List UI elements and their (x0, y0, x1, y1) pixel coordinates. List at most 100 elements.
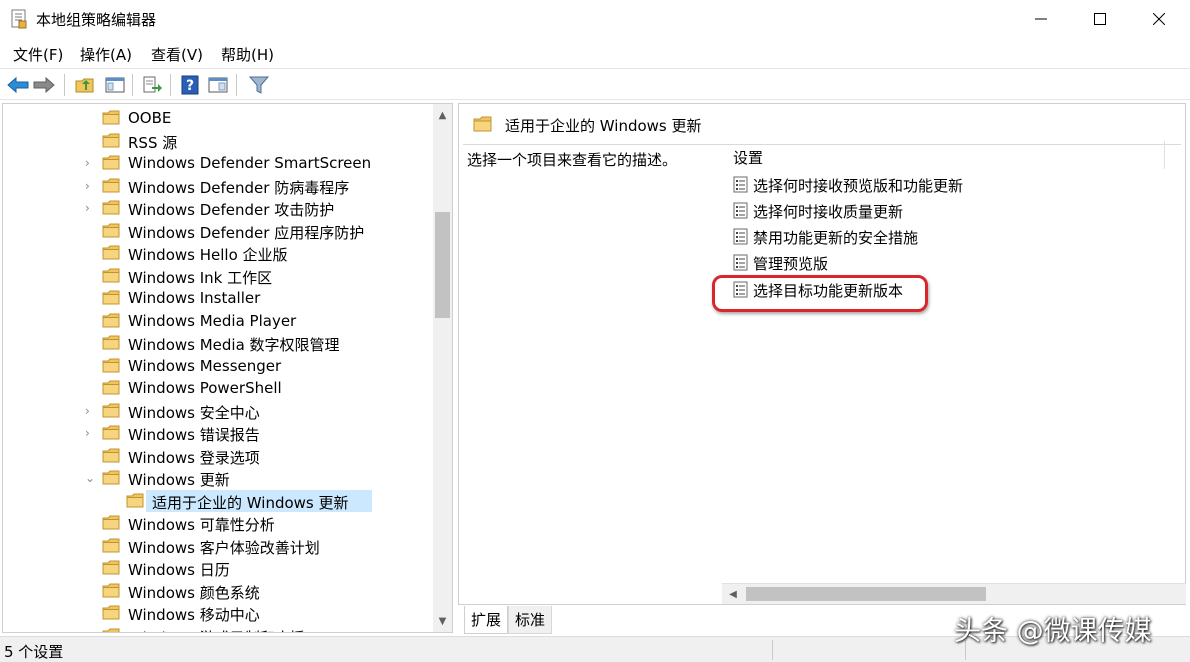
window-title: 本地组策略编辑器 (36, 11, 157, 29)
tree-item[interactable]: Windows 客户体验改善计划 (3, 535, 433, 558)
tree-item[interactable]: Windows 游戏录制和广播 (3, 625, 433, 633)
tab-extended[interactable]: 扩展 (464, 606, 509, 634)
settings-column-header[interactable]: 设置 (733, 147, 763, 168)
policy-editor-app-icon (11, 9, 27, 29)
properties-icon (208, 77, 228, 93)
tree-item[interactable]: 适用于企业的 Windows 更新 (3, 489, 433, 512)
chevron-right-icon[interactable]: › (85, 201, 95, 215)
tab-standard[interactable]: 标准 (508, 606, 553, 634)
tree-item[interactable]: › Windows Defender 攻击防护 (3, 197, 433, 220)
tree-item[interactable]: ⌄ Windows 更新 (3, 467, 433, 490)
scroll-left-icon[interactable]: ◀ (724, 584, 742, 604)
tree-item[interactable]: Windows Ink 工作区 (3, 265, 433, 288)
tree-item[interactable]: Windows Media 数字权限管理 (3, 332, 433, 355)
maximize-icon (1094, 13, 1106, 25)
menu-help[interactable]: 帮助(H) (221, 44, 274, 65)
export-list-icon (143, 76, 162, 93)
menu-action[interactable]: 操作(A) (80, 44, 132, 65)
tree-item[interactable]: Windows Defender 应用程序防护 (3, 220, 433, 243)
tree-pane[interactable]: Windows 游戏录制和广播 Windows 移动中心 Windows 颜色系统 W… (2, 103, 453, 633)
setting-label: 选择何时接收质量更新 (753, 203, 904, 221)
tree-item[interactable]: Windows 日历 (3, 557, 433, 580)
folder-icon (102, 358, 120, 372)
toolbar: ? (0, 68, 1190, 100)
tree-item[interactable]: Windows 可靠性分析 (3, 512, 433, 535)
details-header: 适用于企业的 Windows 更新 (471, 114, 1171, 136)
chevron-right-icon (85, 359, 95, 373)
forward-button[interactable] (32, 73, 56, 97)
folder-icon (102, 133, 120, 147)
tree-item[interactable]: OOBE (3, 107, 433, 130)
chevron-right-icon[interactable]: › (85, 156, 95, 170)
toolbar-separator (132, 74, 133, 96)
setting-item[interactable]: 选择何时接收预览版和功能更新 (733, 173, 1033, 197)
tree-scroll-thumb[interactable] (435, 212, 450, 318)
chevron-right-icon (85, 516, 95, 530)
chevron-right-icon (85, 246, 95, 260)
status-separator (772, 640, 773, 660)
scroll-up-icon[interactable]: ▲ (433, 106, 452, 124)
show-hide-tree-icon (105, 77, 125, 93)
close-button[interactable] (1136, 0, 1182, 38)
tree-item[interactable]: Windows PowerShell (3, 377, 433, 400)
folder-icon (102, 335, 120, 350)
back-button[interactable] (6, 73, 30, 97)
tree-vertical-scrollbar[interactable]: ▲ ▼ (433, 104, 452, 632)
tree-item[interactable]: Windows Media Player (3, 310, 433, 333)
tree-item[interactable]: › Windows 错误报告 (3, 422, 433, 445)
highlight-annotation (712, 275, 928, 312)
forward-arrow-icon (33, 76, 55, 94)
maximize-button[interactable] (1077, 0, 1123, 38)
chevron-right-icon[interactable]: › (85, 426, 95, 440)
tree-item[interactable]: › Windows Defender 防病毒程序 (3, 175, 433, 198)
tree-item[interactable]: Windows 登录选项 (3, 445, 433, 468)
setting-item[interactable]: 管理预览版 (733, 251, 1033, 275)
chevron-right-icon (85, 584, 95, 598)
properties-button[interactable] (206, 73, 230, 97)
details-scroll-thumb[interactable] (746, 587, 986, 601)
folder-icon (102, 110, 120, 125)
menu-file[interactable]: 文件(F) (13, 44, 63, 65)
tree-item[interactable]: Windows Installer (3, 287, 433, 310)
chevron-right-icon[interactable]: › (85, 179, 95, 193)
up-one-level-button[interactable] (73, 73, 97, 97)
chevron-down-icon[interactable]: ⌄ (85, 471, 95, 485)
tree-item[interactable]: Windows Messenger (3, 355, 433, 378)
tree-item-label: Windows Media 数字权限管理 (128, 336, 340, 354)
details-horizontal-scrollbar[interactable]: ◀ (722, 583, 1186, 604)
scroll-down-icon[interactable]: ▼ (433, 612, 452, 630)
chevron-right-icon (85, 314, 95, 328)
menu-view[interactable]: 查看(V) (151, 44, 203, 65)
tree-item-label: Windows Defender SmartScreen (128, 154, 372, 172)
folder-icon (102, 515, 120, 530)
folder-icon (102, 583, 120, 597)
chevron-right-icon (85, 224, 95, 238)
tree-item-label: Windows 游戏录制和广播 (128, 627, 305, 633)
tree-item-label: 适用于企业的 Windows 更新 (152, 493, 349, 512)
export-list-button[interactable] (140, 73, 164, 97)
tree-item[interactable]: › Windows 安全中心 (3, 400, 433, 423)
folder-icon (102, 448, 120, 462)
setting-item[interactable]: 禁用功能更新的安全措施 (733, 225, 1033, 249)
show-hide-tree-button[interactable] (103, 73, 127, 97)
tree-item[interactable]: RSS 源 (3, 130, 433, 153)
policy-setting-icon (733, 202, 748, 219)
filter-button[interactable] (247, 73, 271, 97)
tree-item[interactable]: › Windows Defender SmartScreen (3, 152, 433, 175)
setting-item[interactable]: 选择何时接收质量更新 (733, 199, 1033, 223)
policy-setting-icon (733, 228, 748, 245)
policy-setting-icon (733, 254, 748, 271)
help-button[interactable]: ? (178, 73, 202, 97)
tree-item[interactable]: Windows 颜色系统 (3, 580, 433, 603)
tree-item[interactable]: Windows Hello 企业版 (3, 242, 433, 265)
tree-item-label: Windows 登录选项 (128, 448, 260, 467)
details-description: 选择一个项目来查看它的描述。 (467, 151, 678, 169)
tree-item-label: Windows 安全中心 (128, 403, 260, 422)
chevron-right-icon (85, 561, 95, 575)
tree-item[interactable]: Windows 移动中心 (3, 602, 433, 625)
folder-icon (102, 560, 120, 575)
folder-icon (102, 425, 120, 440)
toolbar-separator (64, 74, 65, 96)
chevron-right-icon[interactable]: › (85, 404, 95, 418)
minimize-button[interactable] (1018, 0, 1064, 38)
